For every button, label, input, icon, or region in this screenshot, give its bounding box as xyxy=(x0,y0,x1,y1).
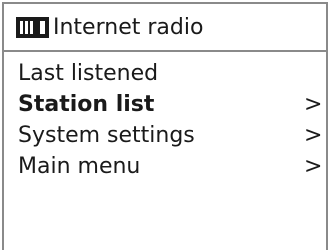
radio-display: Internet radio Last listened Station lis… xyxy=(2,2,328,250)
menu-item-last-listened[interactable]: Last listened xyxy=(4,58,326,89)
screen-title: Internet radio xyxy=(53,15,204,40)
menu-item-label: Main menu xyxy=(18,154,141,179)
chevron-right-icon: > xyxy=(304,123,323,148)
title-bar: Internet radio xyxy=(4,4,326,52)
menu-item-label: Last listened xyxy=(18,61,159,86)
menu-item-label: Station list xyxy=(18,92,155,117)
menu-list: Last listened Station list > System sett… xyxy=(4,58,326,182)
menu-item-station-list[interactable]: Station list > xyxy=(4,89,326,120)
internet-radio-icon xyxy=(16,17,49,38)
menu-item-label: System settings xyxy=(18,123,195,148)
menu-item-main-menu[interactable]: Main menu > xyxy=(4,151,326,182)
menu-item-system-settings[interactable]: System settings > xyxy=(4,120,326,151)
chevron-right-icon: > xyxy=(304,154,323,179)
chevron-right-icon: > xyxy=(304,92,323,117)
